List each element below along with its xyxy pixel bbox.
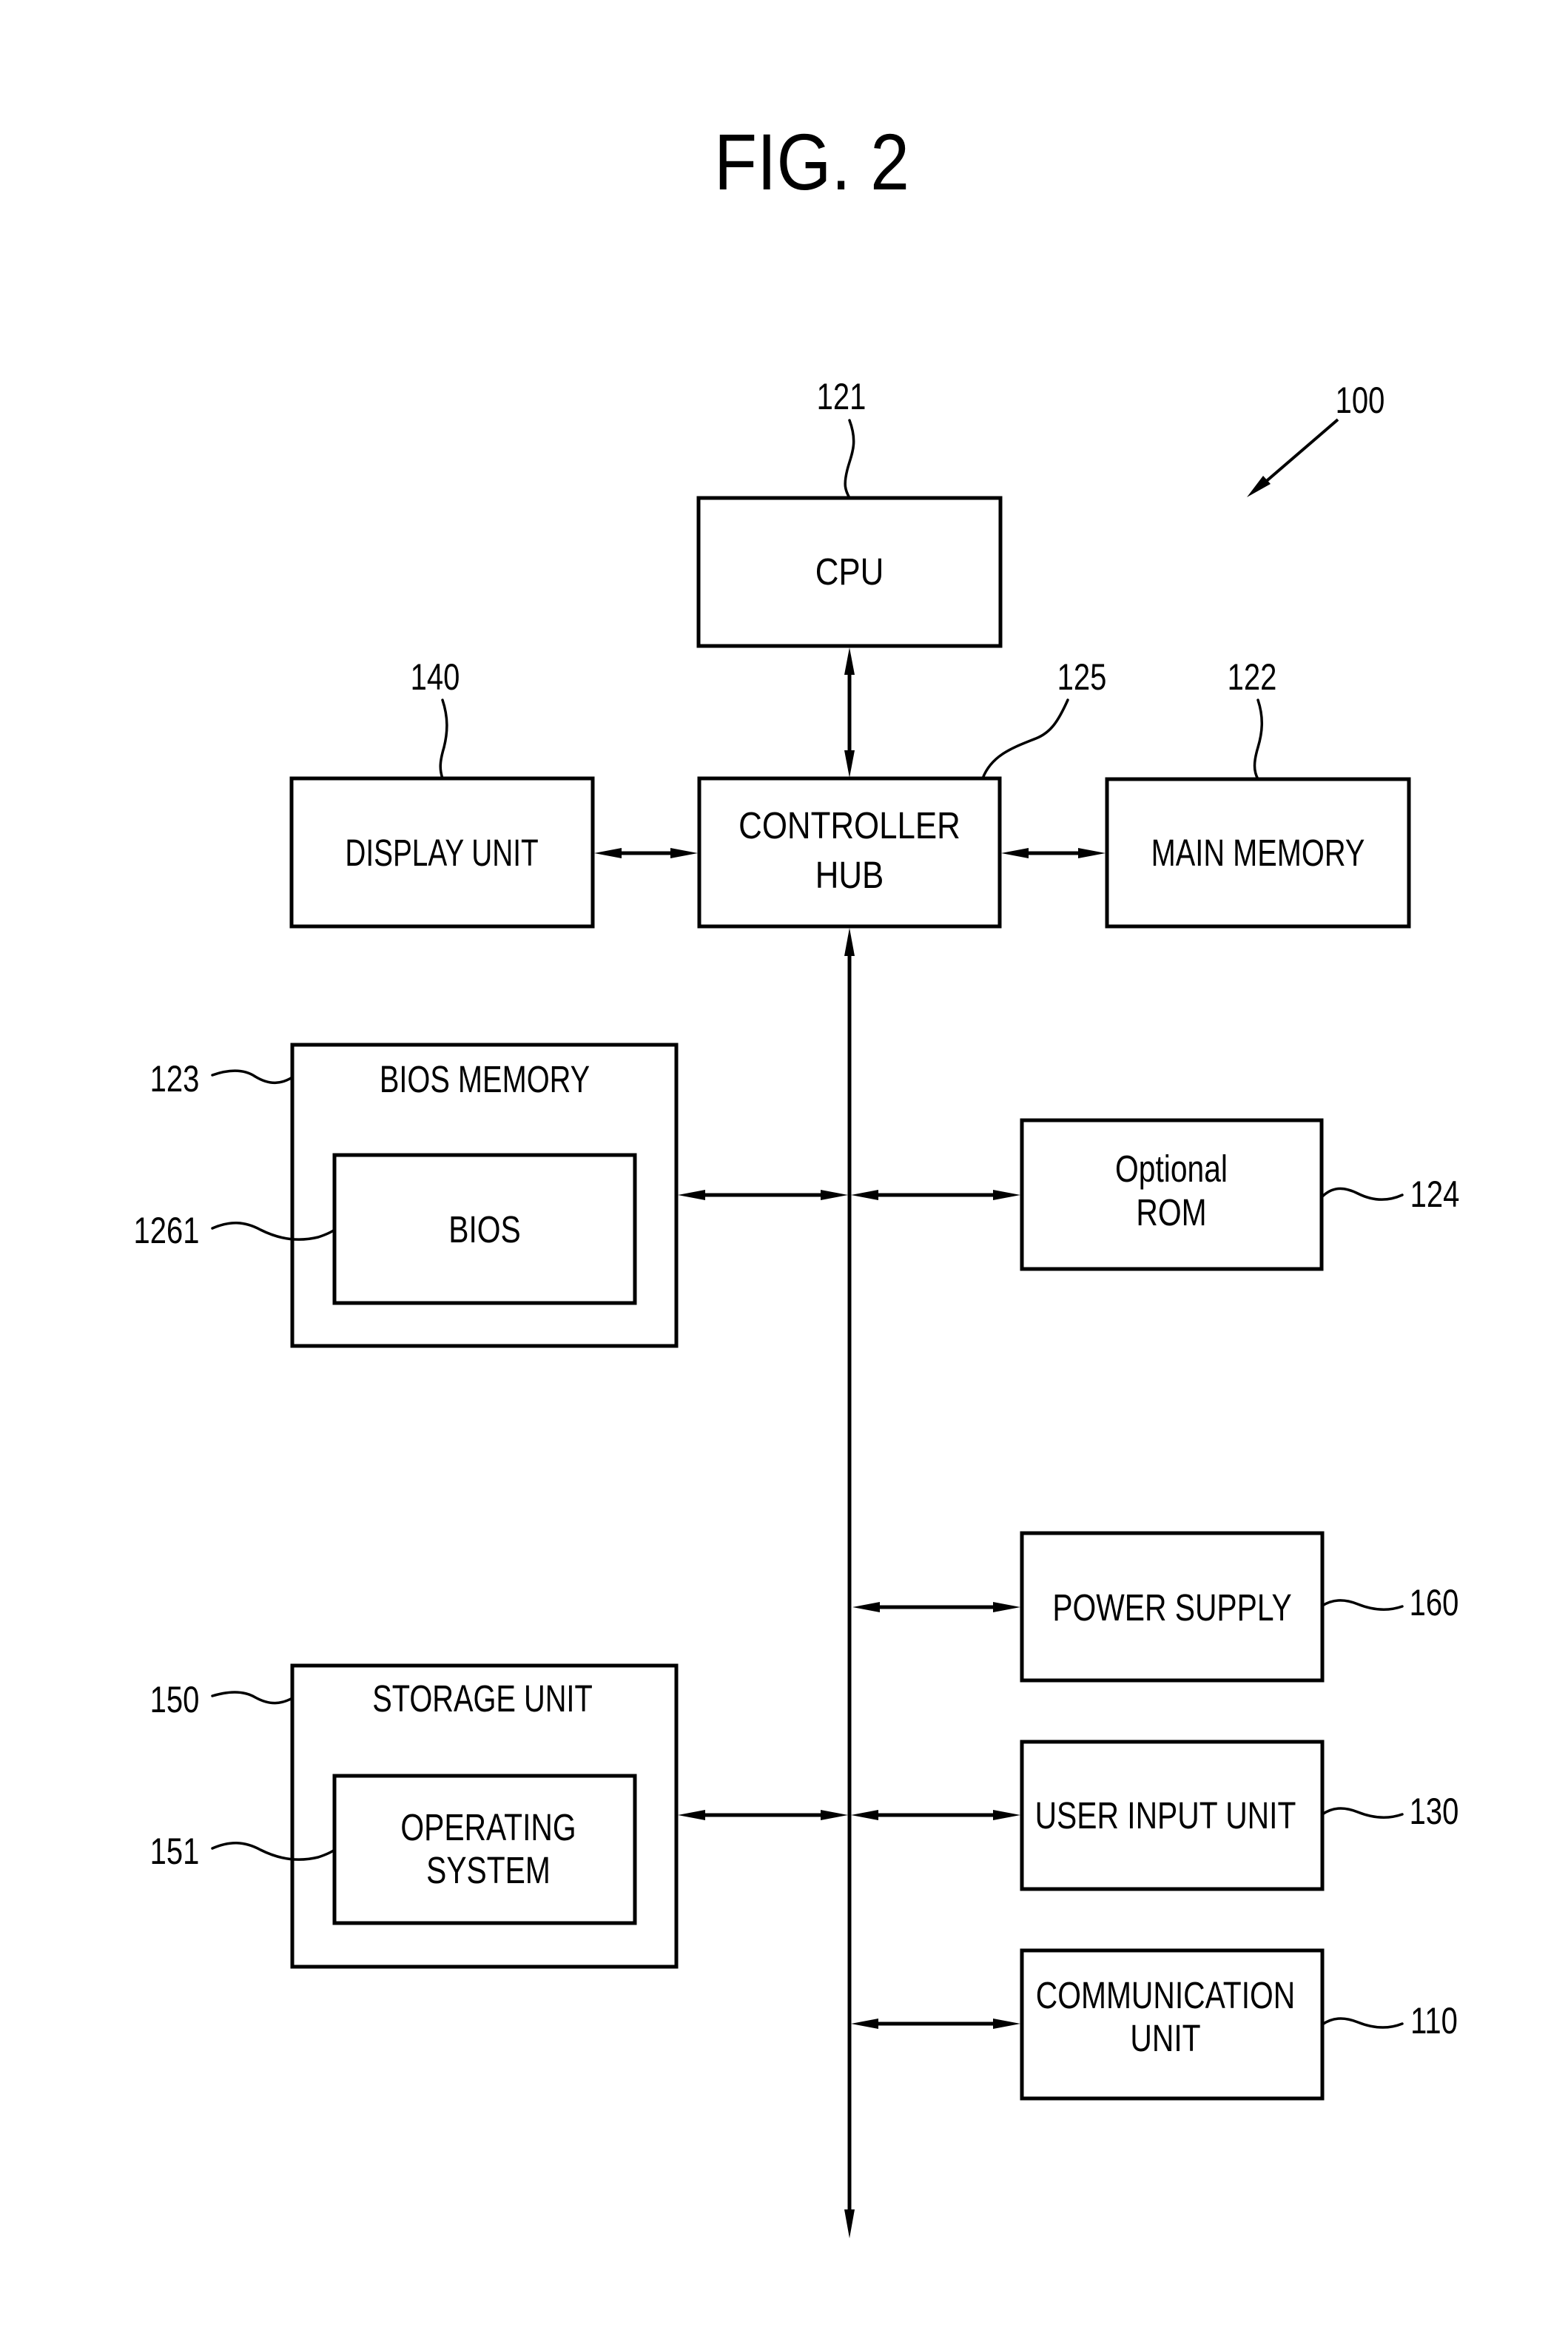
user-input-unit-label: USER INPUT UNIT xyxy=(1035,1794,1296,1837)
system-ref-label: 100 xyxy=(1336,380,1385,421)
figure-title-group: FIG. 2 xyxy=(714,117,909,206)
optional-rom-label-line2: ROM xyxy=(1136,1191,1206,1233)
storage-bus-connector xyxy=(678,1810,848,1820)
controller-hub-ref: 125 xyxy=(1057,656,1107,698)
arrowhead-down xyxy=(844,750,855,778)
figure-title: FIG. 2 xyxy=(714,117,909,206)
main-memory-block: MAIN MEMORY 122 xyxy=(1105,656,1411,929)
arrowhead-left xyxy=(851,1810,878,1820)
bios-bus-connector xyxy=(678,1190,848,1200)
main-memory-ref: 122 xyxy=(1228,656,1277,698)
operating-system-ref: 151 xyxy=(150,1831,200,1872)
arrowhead-right xyxy=(670,848,698,858)
display-unit-ref: 140 xyxy=(411,656,460,698)
display-hub-connector xyxy=(594,848,698,858)
arrowhead-left xyxy=(852,1602,880,1612)
storage-unit-label: STORAGE UNIT xyxy=(372,1677,593,1720)
arrowhead-up xyxy=(844,647,855,675)
bios-memory-label: BIOS MEMORY xyxy=(380,1058,590,1100)
user-input-unit-ref: 130 xyxy=(1410,1791,1459,1832)
power-supply-leader-line xyxy=(1321,1599,1404,1611)
bus-arrowhead-up xyxy=(844,928,855,956)
arrowhead-right xyxy=(993,1602,1020,1612)
communication-unit-leader-line xyxy=(1321,2017,1404,2029)
communication-unit-block: COMMUNICATION UNIT 110 xyxy=(1020,1948,1458,2101)
bus-communication-connector xyxy=(851,2019,1020,2029)
controller-hub-block: CONTROLLER HUB 125 xyxy=(697,656,1107,929)
arrowhead-right xyxy=(993,2019,1020,2029)
power-supply-block: POWER SUPPLY 160 xyxy=(1020,1531,1459,1683)
operating-system-label-line1: OPERATING xyxy=(400,1806,576,1848)
system-ref-arrow-shaft xyxy=(1256,418,1339,490)
optional-rom-label-line1: Optional xyxy=(1115,1148,1228,1190)
optional-rom-block: Optional ROM 124 xyxy=(1020,1118,1460,1271)
operating-system-label-line2: SYSTEM xyxy=(426,1849,551,1891)
bus-arrowhead-down xyxy=(844,2209,855,2238)
cpu-leader-line xyxy=(844,419,855,499)
controller-hub-label-line1: CONTROLLER xyxy=(738,805,960,847)
arrowhead-left xyxy=(594,848,622,858)
controller-hub-label-line2: HUB xyxy=(815,855,884,897)
bus-user-input-connector xyxy=(851,1810,1020,1820)
arrowhead-left xyxy=(851,1190,878,1200)
cpu-hub-connector xyxy=(844,647,855,778)
bios-memory-leader-line xyxy=(211,1069,294,1085)
arrowhead-right xyxy=(821,1810,848,1820)
system-ref-100: 100 xyxy=(1247,380,1384,497)
main-memory-label: MAIN MEMORY xyxy=(1151,832,1365,874)
system-bus xyxy=(844,928,855,2238)
communication-unit-label-line1: COMMUNICATION xyxy=(1036,1974,1295,2016)
arrowhead-left xyxy=(851,2019,878,2029)
power-supply-ref: 160 xyxy=(1410,1582,1459,1623)
arrowhead-left xyxy=(678,1190,705,1200)
optional-rom-leader-line xyxy=(1320,1187,1404,1201)
bus-power-connector xyxy=(852,1602,1020,1612)
cpu-block: CPU 121 xyxy=(696,376,1003,648)
bios-memory-ref: 123 xyxy=(150,1058,200,1100)
communication-unit-ref: 110 xyxy=(1410,2000,1458,2041)
arrowhead-right xyxy=(1078,848,1106,858)
display-unit-leader-line xyxy=(439,698,448,780)
display-unit-label: DISPLAY UNIT xyxy=(345,832,538,874)
arrowhead-left xyxy=(678,1810,705,1820)
bios-label: BIOS xyxy=(448,1208,520,1250)
display-unit-block: DISPLAY UNIT 140 xyxy=(289,656,595,929)
storage-unit-block: STORAGE UNIT OPERATING SYSTEM 150 151 xyxy=(150,1663,679,1969)
arrowhead-right xyxy=(993,1810,1020,1820)
arrowhead-right xyxy=(993,1190,1020,1200)
block-diagram: FIG. 2 100 CPU 121 DISPLAY UNIT 140 CONT… xyxy=(134,117,1460,2238)
hub-memory-connector xyxy=(1001,848,1106,858)
arrowhead-left xyxy=(1001,848,1029,858)
arrowhead-right xyxy=(821,1190,848,1200)
cpu-label: CPU xyxy=(815,551,884,593)
user-input-unit-block: USER INPUT UNIT 130 xyxy=(1020,1740,1459,1891)
power-supply-label: POWER SUPPLY xyxy=(1052,1586,1291,1629)
optional-rom-ref: 124 xyxy=(1410,1174,1460,1215)
controller-hub-leader-line xyxy=(981,698,1069,780)
main-memory-leader-line xyxy=(1253,698,1264,781)
cpu-ref: 121 xyxy=(817,376,867,417)
controller-hub-box xyxy=(697,776,1002,929)
bios-ref: 1261 xyxy=(134,1210,200,1251)
user-input-unit-leader-line xyxy=(1321,1807,1404,1819)
communication-unit-label-line2: UNIT xyxy=(1130,2017,1200,2059)
bios-memory-block: BIOS MEMORY BIOS 123 1261 xyxy=(134,1043,679,1348)
storage-unit-leader-line xyxy=(211,1691,294,1705)
bus-rom-connector xyxy=(851,1190,1020,1200)
storage-unit-ref: 150 xyxy=(150,1679,200,1720)
